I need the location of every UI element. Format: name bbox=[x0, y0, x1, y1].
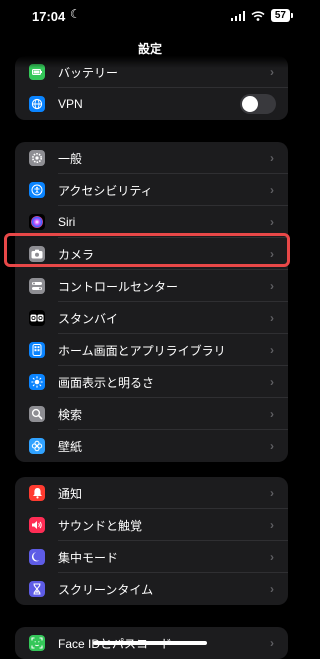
settings-row-label: 画面表示と明るさ bbox=[58, 375, 155, 390]
hourglass-icon bbox=[29, 581, 45, 597]
chevron-right-icon: › bbox=[270, 486, 274, 500]
vpn-toggle[interactable] bbox=[240, 94, 276, 114]
settings-row-label: 壁紙 bbox=[58, 439, 83, 454]
settings-row-standby[interactable]: スタンバイ › bbox=[15, 302, 288, 334]
face-id-icon bbox=[29, 635, 45, 651]
status-time: 17:04 bbox=[32, 9, 66, 24]
chevron-right-icon: › bbox=[270, 407, 274, 421]
settings-row-label: コントロールセンター bbox=[58, 279, 179, 294]
wifi-icon bbox=[251, 10, 265, 21]
settings-row-label: サウンドと触覚 bbox=[58, 518, 143, 533]
cellular-signal-icon bbox=[230, 10, 245, 21]
status-bar: 17:04 ☾ 57 bbox=[0, 0, 300, 34]
standby-icon bbox=[29, 310, 45, 326]
control-center-icon bbox=[29, 278, 45, 294]
chevron-right-icon: › bbox=[270, 343, 274, 357]
home-screen-icon bbox=[29, 342, 45, 358]
settings-row-general[interactable]: 一般 › bbox=[15, 142, 288, 174]
settings-row-label: スクリーンタイム bbox=[58, 582, 154, 597]
gear-icon bbox=[29, 150, 45, 166]
settings-row-label: 集中モード bbox=[58, 550, 119, 565]
brightness-icon bbox=[29, 374, 45, 390]
speaker-icon bbox=[29, 517, 45, 533]
battery-indicator: 57 bbox=[270, 9, 294, 22]
accessibility-icon bbox=[29, 182, 45, 198]
page-title: 設定 bbox=[137, 42, 162, 56]
camera-highlight-box bbox=[4, 233, 290, 267]
settings-row-label: 検索 bbox=[58, 407, 83, 422]
settings-group-2: 一般 › アクセシビリティ › Siri › カメラ › コントロールセンター … bbox=[15, 142, 288, 462]
settings-row-label: ホーム画面とアプリライブラリ bbox=[58, 343, 226, 358]
settings-group-3: 通知 › サウンドと触覚 › 集中モード › スクリーンタイム › bbox=[15, 477, 288, 605]
settings-row-search[interactable]: 検索 › bbox=[15, 398, 288, 430]
chevron-right-icon: › bbox=[270, 375, 274, 389]
chevron-right-icon: › bbox=[270, 311, 274, 325]
settings-row-wallpaper[interactable]: 壁紙 › bbox=[15, 430, 288, 462]
settings-row-label: アクセシビリティ bbox=[58, 183, 153, 198]
home-indicator[interactable] bbox=[93, 641, 207, 645]
chevron-right-icon: › bbox=[270, 279, 274, 293]
settings-row-control-center[interactable]: コントロールセンター › bbox=[15, 270, 288, 302]
settings-row-label: スタンバイ bbox=[58, 311, 119, 326]
settings-row-display-brightness[interactable]: 画面表示と明るさ › bbox=[15, 366, 288, 398]
chevron-right-icon: › bbox=[270, 636, 274, 650]
settings-row-screen-time[interactable]: スクリーンタイム › bbox=[15, 573, 288, 605]
settings-row-notifications[interactable]: 通知 › bbox=[15, 477, 288, 509]
settings-row-vpn[interactable]: VPN bbox=[15, 88, 288, 120]
search-icon bbox=[29, 406, 45, 422]
settings-row-focus[interactable]: 集中モード › bbox=[15, 541, 288, 573]
settings-row-accessibility[interactable]: アクセシビリティ › bbox=[15, 174, 288, 206]
chevron-right-icon: › bbox=[270, 183, 274, 197]
status-icons: 57 bbox=[230, 9, 294, 22]
vpn-icon bbox=[29, 96, 45, 112]
settings-row-label: 一般 bbox=[58, 151, 83, 166]
bell-icon bbox=[29, 485, 45, 501]
settings-row-label: VPN bbox=[58, 97, 83, 111]
settings-row-sounds-haptics[interactable]: サウンドと触覚 › bbox=[15, 509, 288, 541]
focus-moon-icon: ☾ bbox=[70, 7, 81, 21]
wallpaper-icon bbox=[29, 438, 45, 454]
chevron-right-icon: › bbox=[270, 582, 274, 596]
siri-icon bbox=[29, 214, 45, 230]
settings-row-label: Siri bbox=[58, 215, 76, 229]
settings-row-home-screen[interactable]: ホーム画面とアプリライブラリ › bbox=[15, 334, 288, 366]
settings-row-label: 通知 bbox=[58, 486, 83, 501]
moon-icon bbox=[29, 549, 45, 565]
chevron-right-icon: › bbox=[270, 439, 274, 453]
chevron-right-icon: › bbox=[270, 550, 274, 564]
chevron-right-icon: › bbox=[270, 215, 274, 229]
chevron-right-icon: › bbox=[270, 518, 274, 532]
chevron-right-icon: › bbox=[270, 151, 274, 165]
